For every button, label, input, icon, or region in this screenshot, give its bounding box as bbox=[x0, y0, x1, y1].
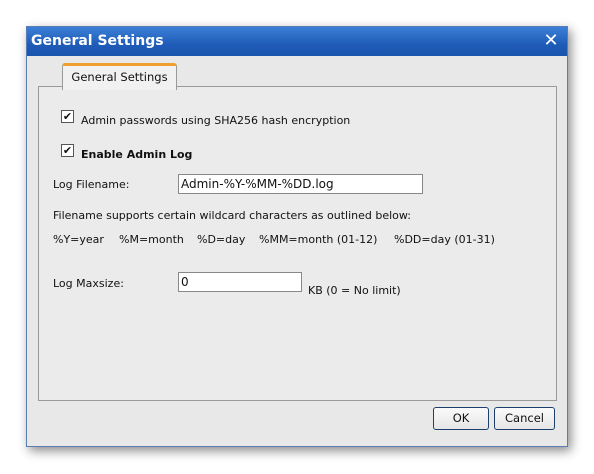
sha256-checkbox[interactable]: ✔ bbox=[61, 110, 74, 123]
cancel-button[interactable]: Cancel bbox=[494, 407, 555, 430]
tab-general-settings[interactable]: General Settings bbox=[62, 63, 177, 90]
log-maxsize-unit: KB (0 = No limit) bbox=[308, 284, 401, 297]
wildcard-month: %M=month bbox=[119, 233, 184, 246]
close-icon[interactable]: ✕ bbox=[541, 31, 561, 51]
wildcard-day: %D=day bbox=[197, 233, 246, 246]
wildcard-note: Filename supports certain wildcard chara… bbox=[53, 209, 412, 222]
title-bar: General Settings ✕ bbox=[27, 27, 567, 56]
tab-panel: ✔ Admin passwords using SHA256 hash encr… bbox=[38, 86, 557, 401]
log-maxsize-label: Log Maxsize: bbox=[53, 277, 124, 290]
dialog-title: General Settings bbox=[31, 33, 164, 49]
log-filename-input[interactable]: Admin-%Y-%MM-%DD.log bbox=[178, 174, 423, 194]
enable-admin-log-label: Enable Admin Log bbox=[81, 148, 193, 161]
wildcard-mm: %MM=month (01-12) bbox=[259, 233, 378, 246]
wildcard-year: %Y=year bbox=[53, 233, 104, 246]
log-filename-label: Log Filename: bbox=[53, 178, 130, 191]
wildcard-dd: %DD=day (01-31) bbox=[394, 233, 495, 246]
sha256-label: Admin passwords using SHA256 hash encryp… bbox=[81, 114, 351, 127]
enable-admin-log-checkbox[interactable]: ✔ bbox=[61, 144, 74, 157]
general-settings-dialog: General Settings ✕ General Settings ✔ Ad… bbox=[26, 26, 568, 447]
log-maxsize-input[interactable]: 0 bbox=[178, 272, 302, 292]
ok-button[interactable]: OK bbox=[433, 407, 489, 430]
